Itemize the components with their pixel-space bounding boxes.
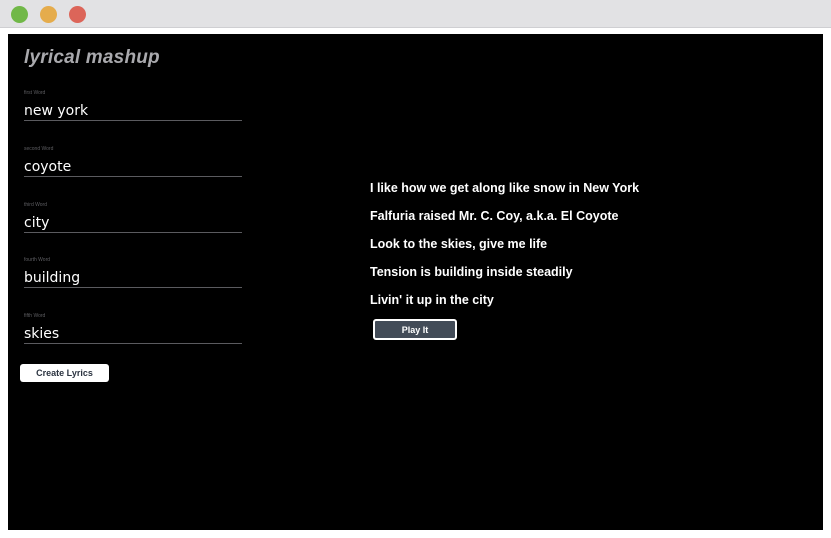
second-word-input[interactable] bbox=[24, 153, 242, 177]
lyrics-list: I like how we get along like snow in New… bbox=[370, 180, 639, 320]
fourth-word-input[interactable] bbox=[24, 264, 242, 288]
app-canvas: lyrical mashup first Word second Word th… bbox=[8, 34, 823, 530]
lyric-line: Livin' it up in the city bbox=[370, 293, 494, 307]
word-field-second: second Word bbox=[24, 145, 242, 177]
third-word-label: third Word bbox=[24, 202, 47, 208]
fifth-word-label: fifth Word bbox=[24, 313, 46, 319]
browser-window: lyrical mashup first Word second Word th… bbox=[0, 0, 831, 538]
word-field-fourth: fourth Word bbox=[24, 256, 242, 288]
second-word-label: second Word bbox=[24, 146, 54, 152]
app-title: lyrical mashup bbox=[24, 47, 160, 68]
window-yellow-button[interactable] bbox=[40, 6, 57, 23]
create-lyrics-button[interactable]: Create Lyrics bbox=[20, 364, 109, 382]
lyric-line: I like how we get along like snow in New… bbox=[370, 181, 640, 195]
lyric-line: Look to the skies, give me life bbox=[370, 237, 548, 251]
word-field-first: first Word bbox=[24, 89, 242, 121]
third-word-input[interactable] bbox=[24, 209, 242, 233]
first-word-label: first Word bbox=[24, 90, 46, 96]
play-it-button[interactable]: Play It bbox=[373, 319, 457, 340]
window-red-button[interactable] bbox=[69, 6, 86, 23]
window-titlebar bbox=[0, 0, 831, 28]
fourth-word-label: fourth Word bbox=[24, 257, 51, 263]
lyric-line: Tension is building inside steadily bbox=[370, 265, 573, 279]
fifth-word-input[interactable] bbox=[24, 320, 242, 344]
lyric-line: Falfuria raised Mr. C. Coy, a.k.a. El Co… bbox=[370, 209, 619, 223]
word-field-fifth: fifth Word bbox=[24, 312, 242, 344]
window-green-button[interactable] bbox=[11, 6, 28, 23]
word-field-third: third Word bbox=[24, 201, 242, 233]
first-word-input[interactable] bbox=[24, 97, 242, 121]
